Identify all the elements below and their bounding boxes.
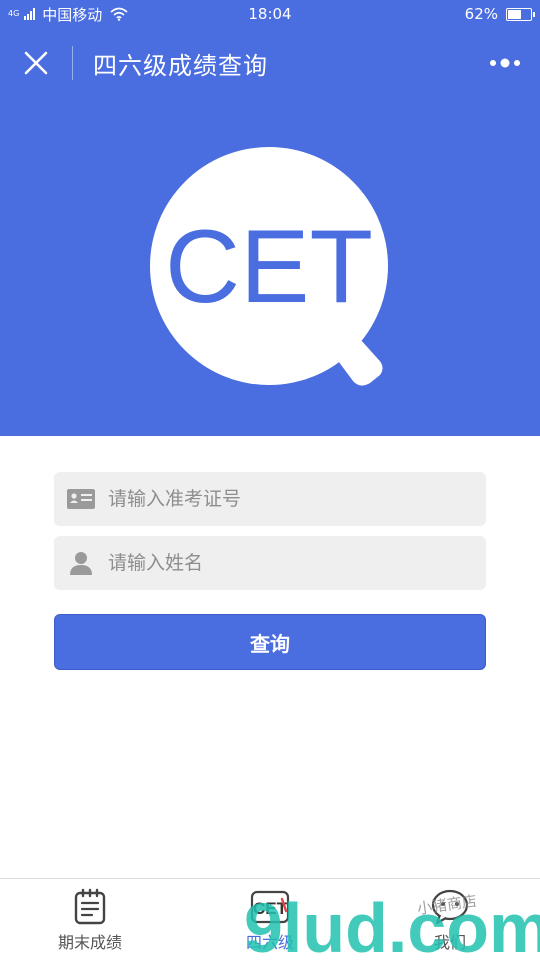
carrier-name: 中国移动 — [42, 5, 103, 24]
page-title: 四六级成绩查询 — [93, 51, 268, 80]
cet-tab-icon: CET — [250, 887, 290, 927]
battery-percent: 62% — [464, 5, 498, 23]
tab-about-us[interactable]: 我们 — [360, 879, 540, 960]
name-input[interactable] — [108, 536, 486, 590]
query-button[interactable]: 查询 — [54, 614, 486, 670]
close-icon — [24, 51, 48, 75]
document-list-icon — [70, 887, 110, 927]
battery-icon — [506, 7, 535, 21]
status-bar: 4G 中国移动 18:04 62% — [0, 0, 540, 28]
chat-bubble-icon — [430, 887, 470, 927]
exam-id-field[interactable] — [54, 472, 486, 526]
more-button[interactable] — [470, 28, 540, 98]
title-bar: 四六级成绩查询 — [0, 28, 540, 98]
tab-label: 期末成绩 — [57, 933, 122, 952]
cet-logo: CET — [150, 147, 388, 386]
tab-final-scores[interactable]: 期末成绩 — [0, 879, 180, 960]
query-form: 查询 — [54, 472, 486, 670]
battery-level-fill — [508, 9, 521, 19]
tab-cet[interactable]: CET 四六级 — [180, 879, 360, 960]
name-field[interactable] — [54, 536, 486, 590]
wifi-icon — [110, 7, 128, 21]
logo-text: CET — [165, 209, 373, 325]
status-right: 62% — [392, 5, 535, 23]
id-card-icon — [54, 472, 108, 526]
user-icon — [54, 536, 108, 590]
tab-label: 我们 — [433, 933, 466, 952]
network-type: 4G — [8, 9, 20, 18]
status-time: 18:04 — [248, 5, 292, 23]
hero-banner: CET — [0, 98, 540, 436]
tab-label: 四六级 — [245, 933, 294, 952]
more-dots-icon — [490, 58, 520, 68]
tab-bar: 期末成绩 CET 四六级 我们 — [0, 878, 540, 960]
close-button[interactable] — [0, 28, 72, 98]
exam-id-input[interactable] — [108, 472, 486, 526]
signal-icon — [24, 8, 36, 20]
title-divider — [72, 46, 73, 80]
